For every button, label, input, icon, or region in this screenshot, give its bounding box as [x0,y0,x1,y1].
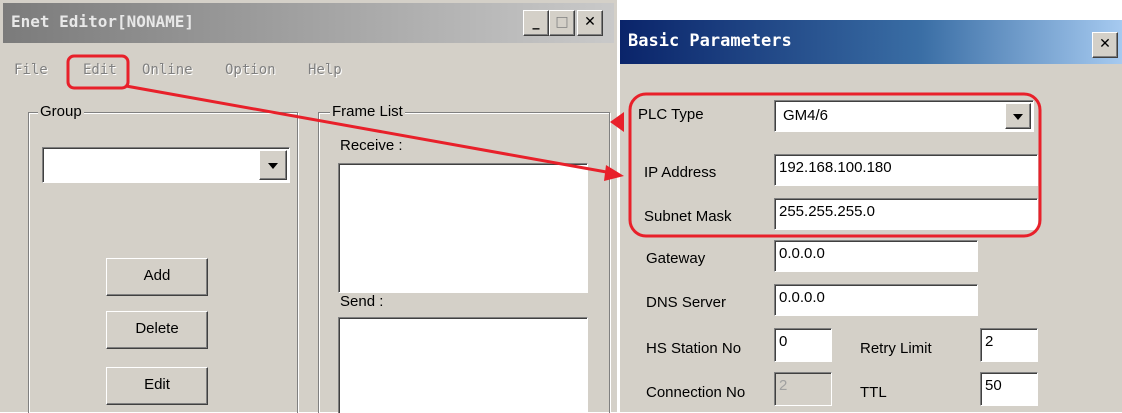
menu-file[interactable]: File [14,62,48,78]
frame-list-label: Frame List [330,103,405,120]
close-button[interactable]: ✕ [577,10,603,36]
basic-parameters-dialog: Basic Parameters ✕ PLC Type GM4/6 IP Add… [620,20,1122,412]
connection-no-field: 2 [774,372,832,406]
hs-station-no-label: HS Station No [646,340,742,357]
ttl-field[interactable]: 50 [980,372,1038,406]
gateway-label: Gateway [646,250,706,267]
subnet-mask-label: Subnet Mask [644,208,732,225]
retry-limit-label: Retry Limit [860,340,932,357]
plc-type-dropdown-button[interactable] [1005,103,1031,129]
ip-address-field[interactable]: 192.168.100.180 [774,154,1038,186]
hs-station-no-field[interactable]: 0 [774,328,832,362]
dialog-title: Basic Parameters [628,31,792,51]
chevron-down-icon [1013,114,1023,120]
add-button[interactable]: Add [106,258,208,296]
enet-editor-window: Enet Editor[NONAME] _ □ ✕ File Edit Onli… [0,0,617,413]
ip-address-label: IP Address [644,164,717,181]
menu-option[interactable]: Option [225,62,276,78]
send-label: Send : [340,293,384,310]
dns-server-label: DNS Server [646,294,727,311]
menu-bar: File Edit Online Option Help [0,62,617,86]
retry-limit-field[interactable]: 2 [980,328,1038,362]
edit-button[interactable]: Edit [106,367,208,405]
chevron-down-icon [268,163,278,169]
gateway-field[interactable]: 0.0.0.0 [774,240,978,272]
plc-type-label: PLC Type [638,106,704,123]
subnet-mask-field[interactable]: 255.255.255.0 [774,198,1038,230]
receive-label: Receive : [340,137,403,154]
plc-type-value: GM4/6 [783,107,829,124]
group-dropdown-button[interactable] [259,150,287,180]
connection-no-label: Connection No [646,384,746,401]
group-label: Group [38,103,84,120]
dialog-close-button[interactable]: ✕ [1092,32,1118,58]
menu-help[interactable]: Help [308,62,342,78]
receive-list[interactable] [338,163,588,293]
delete-button[interactable]: Delete [106,311,208,349]
menu-online[interactable]: Online [142,62,193,78]
send-list[interactable] [338,317,588,413]
plc-type-select[interactable]: GM4/6 [774,100,1034,132]
minimize-button[interactable]: _ [523,10,549,36]
menu-edit[interactable]: Edit [83,62,117,78]
maximize-button[interactable]: □ [549,10,575,36]
dns-server-field[interactable]: 0.0.0.0 [774,284,978,316]
dialog-titlebar[interactable]: Basic Parameters ✕ [620,20,1122,64]
enet-editor-titlebar[interactable]: Enet Editor[NONAME] _ □ ✕ [3,3,614,43]
ttl-label: TTL [860,384,887,401]
window-title: Enet Editor[NONAME] [11,12,195,31]
group-select[interactable] [42,147,290,183]
